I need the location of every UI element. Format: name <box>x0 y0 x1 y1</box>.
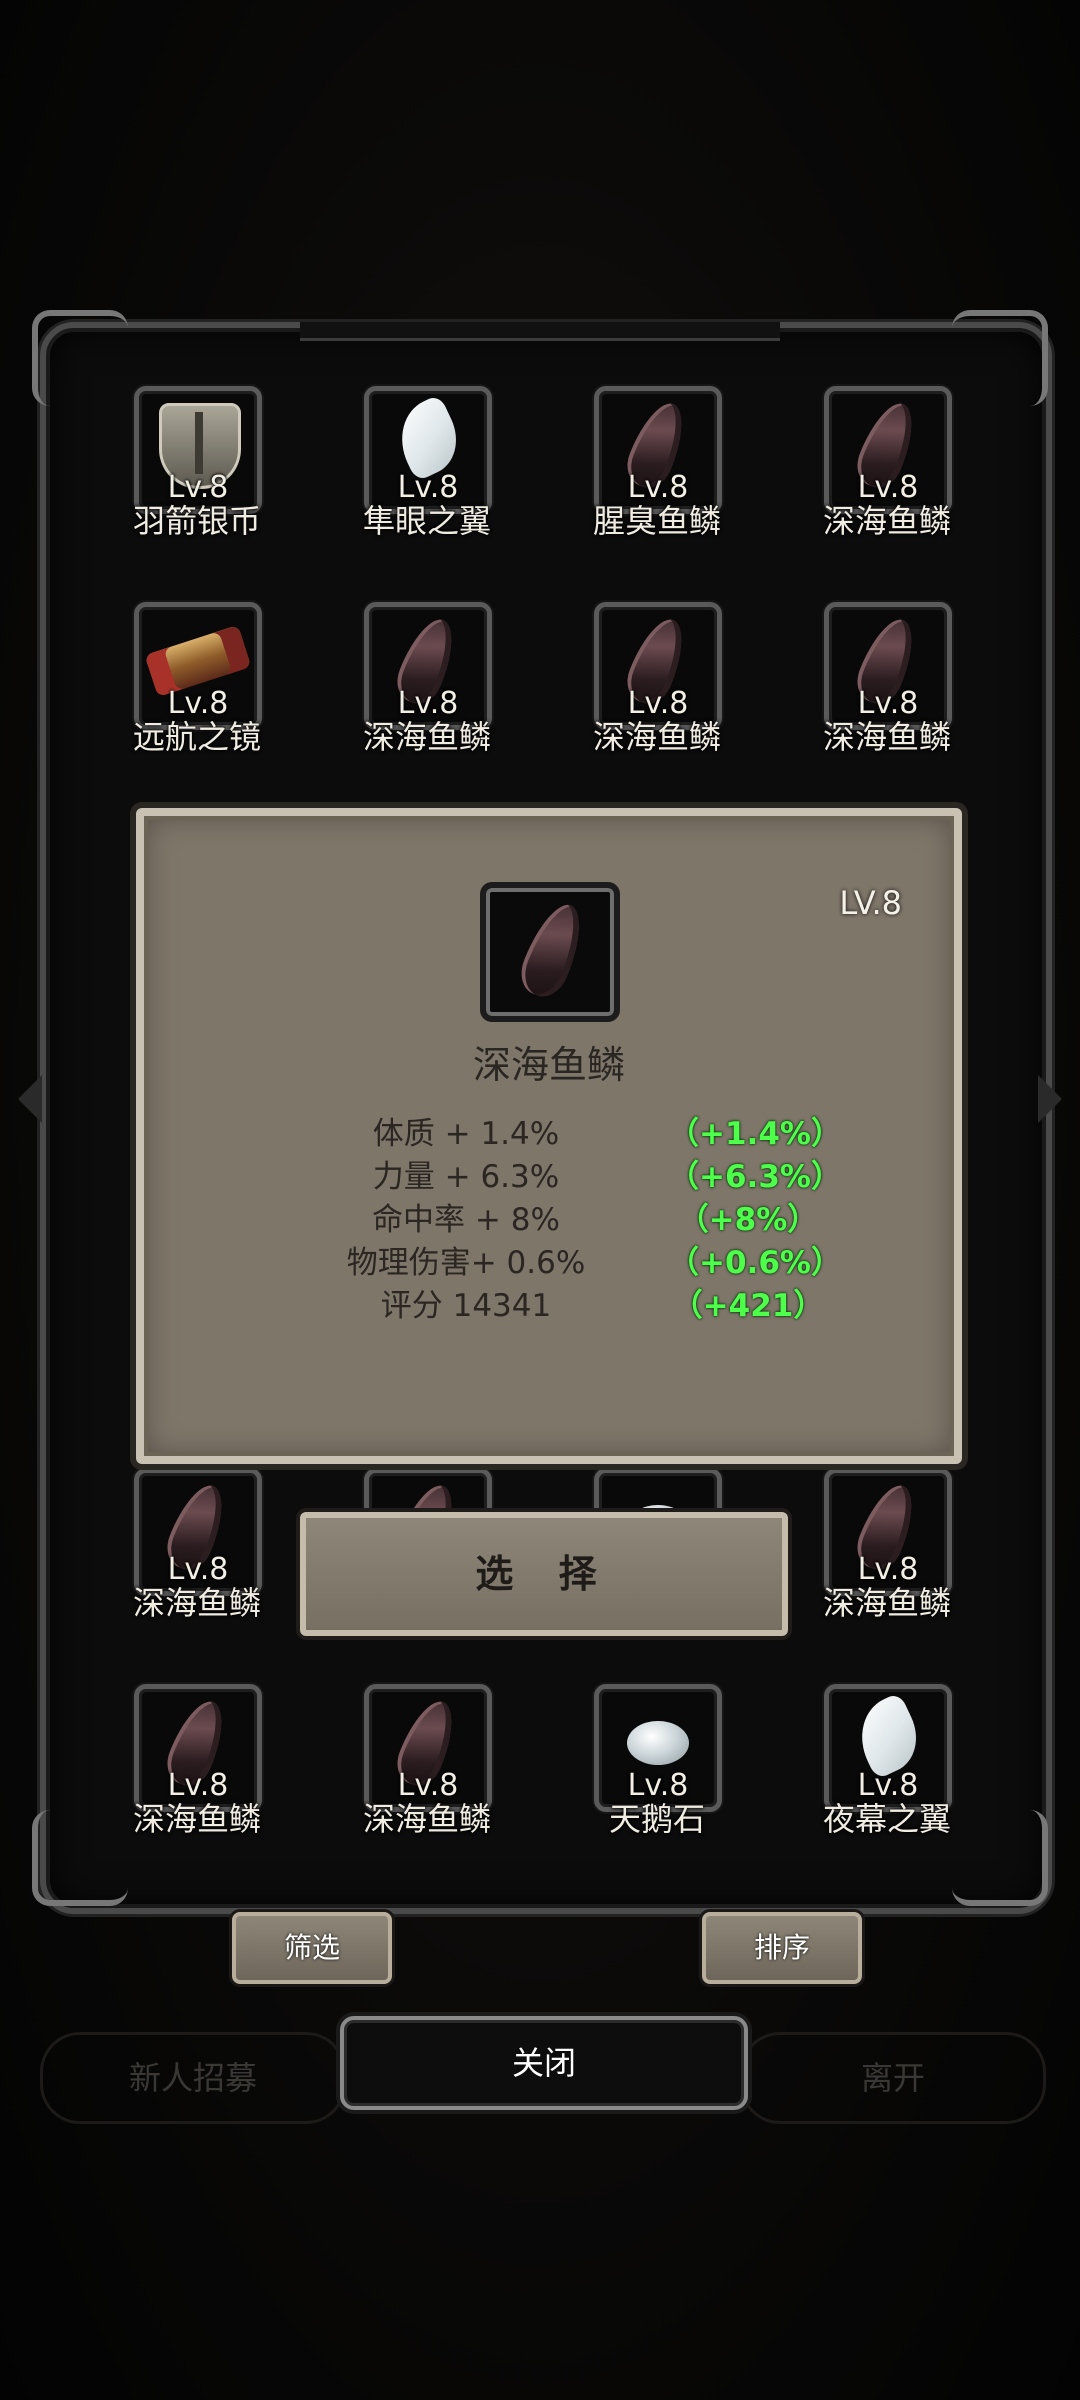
stat-row: 力量 + 6.3% （+6.3%） <box>144 1151 954 1195</box>
item-slot[interactable]: Lv.8 深海鱼鳞 <box>82 1468 312 1622</box>
item-slot[interactable]: Lv.8 深海鱼鳞 <box>312 1684 542 1838</box>
stat-label: 评分 14341 <box>380 1288 552 1324</box>
item-icon-frame: Lv.8 <box>594 386 722 514</box>
stat-label: 体质 + 1.4% <box>372 1116 560 1152</box>
item-icon-frame: Lv.8 <box>824 386 952 514</box>
item-name: 深海鱼鳞 <box>362 718 491 756</box>
stat-label: 力量 + 6.3% <box>372 1159 560 1195</box>
item-slot[interactable]: Lv.8 天鹅石 <box>542 1684 772 1838</box>
bg-recruit-button: 新人招募 <box>40 2032 346 2124</box>
item-icon-frame: Lv.8 <box>364 1684 492 1812</box>
item-slot[interactable]: Lv.8 远航之镜 <box>82 602 312 756</box>
item-name: 深海鱼鳞 <box>362 1800 491 1838</box>
filter-button[interactable]: 筛选 <box>232 1912 392 1984</box>
sort-button[interactable]: 排序 <box>702 1912 862 1984</box>
item-slot[interactable]: Lv.8 深海鱼鳞 <box>312 602 542 756</box>
item-icon-frame: Lv.8 <box>594 602 722 730</box>
item-icon-frame: Lv.8 <box>824 1468 952 1596</box>
stat-delta: （+0.6%） <box>668 1245 842 1281</box>
close-button[interactable]: 关闭 <box>340 2016 748 2110</box>
stat-label: 物理伤害+ 0.6% <box>346 1245 586 1281</box>
item-icon-frame: Lv.8 <box>134 1468 262 1596</box>
item-icon-frame: Lv.8 <box>364 602 492 730</box>
stat-row: 评分 14341 （+421） <box>144 1280 954 1324</box>
stat-list: 体质 + 1.4% （+1.4%） 力量 + 6.3% （+6.3%） 命中率 … <box>144 1108 954 1324</box>
item-name: 深海鱼鳞 <box>822 502 951 540</box>
stat-delta: （+6.3%） <box>668 1159 842 1195</box>
wing-icon <box>846 1692 930 1780</box>
item-name: 羽箭银币 <box>132 502 261 540</box>
frame-ornament <box>300 322 780 341</box>
item-name: 天鹅石 <box>608 1800 705 1838</box>
stat-delta: （+421） <box>671 1288 825 1324</box>
item-name: 深海鱼鳞 <box>132 1584 261 1622</box>
item-icon-frame: Lv.8 <box>364 386 492 514</box>
item-name: 深海鱼鳞 <box>132 1800 261 1838</box>
item-name: 远航之镜 <box>132 718 261 756</box>
select-button[interactable]: 选 择 <box>300 1512 788 1636</box>
item-slot[interactable]: Lv.8 夜幕之翼 <box>772 1684 1002 1838</box>
stat-row: 命中率 + 8% （+8%） <box>144 1194 954 1238</box>
item-slot[interactable]: Lv.8 深海鱼鳞 <box>82 1684 312 1838</box>
item-name: 深海鱼鳞 <box>822 1584 951 1622</box>
item-name: 深海鱼鳞 <box>822 718 951 756</box>
fish-scale-icon <box>513 896 593 1004</box>
item-icon-frame: Lv.8 <box>134 1684 262 1812</box>
item-icon-frame: Lv.8 <box>594 1684 722 1812</box>
item-slot[interactable]: Lv.8 羽箭银币 <box>82 386 312 540</box>
item-slot[interactable]: Lv.8 腥臭鱼鳞 <box>542 386 772 540</box>
item-icon-frame: Lv.8 <box>134 386 262 514</box>
stat-delta: （+1.4%） <box>668 1116 842 1152</box>
item-name: 深海鱼鳞 <box>592 718 721 756</box>
item-slot[interactable]: Lv.8 深海鱼鳞 <box>772 602 1002 756</box>
item-name: 腥臭鱼鳞 <box>592 502 721 540</box>
wing-icon <box>386 394 470 482</box>
prev-arrow-icon[interactable] <box>18 1075 42 1123</box>
item-icon-frame: Lv.8 <box>134 602 262 730</box>
item-icon-frame: Lv.8 <box>824 602 952 730</box>
detail-item-name: 深海鱼鳞 <box>472 1043 625 1087</box>
bg-leave-button: 离开 <box>740 2032 1046 2124</box>
stat-delta: （+8%） <box>677 1202 819 1238</box>
item-name: 夜幕之翼 <box>822 1800 951 1838</box>
item-icon-frame: Lv.8 <box>824 1684 952 1812</box>
item-slot[interactable]: Lv.8 隼眼之翼 <box>312 386 542 540</box>
detail-item-icon-frame <box>480 882 620 1022</box>
item-slot[interactable]: Lv.8 深海鱼鳞 <box>542 602 772 756</box>
stat-row: 物理伤害+ 0.6% （+0.6%） <box>144 1237 954 1281</box>
item-slot[interactable]: Lv.8 深海鱼鳞 <box>772 1468 1002 1622</box>
next-arrow-icon[interactable] <box>1038 1075 1062 1123</box>
item-name: 隼眼之翼 <box>362 502 491 540</box>
swan-stone-icon <box>627 1721 689 1765</box>
item-detail-panel: LV.8 深海鱼鳞 体质 + 1.4% （+1.4%） 力量 + 6.3% （+… <box>136 808 962 1464</box>
item-slot[interactable]: Lv.8 深海鱼鳞 <box>772 386 1002 540</box>
stat-row: 体质 + 1.4% （+1.4%） <box>144 1108 954 1152</box>
stat-label: 命中率 + 8% <box>372 1202 560 1238</box>
detail-level: LV.8 <box>839 884 902 922</box>
